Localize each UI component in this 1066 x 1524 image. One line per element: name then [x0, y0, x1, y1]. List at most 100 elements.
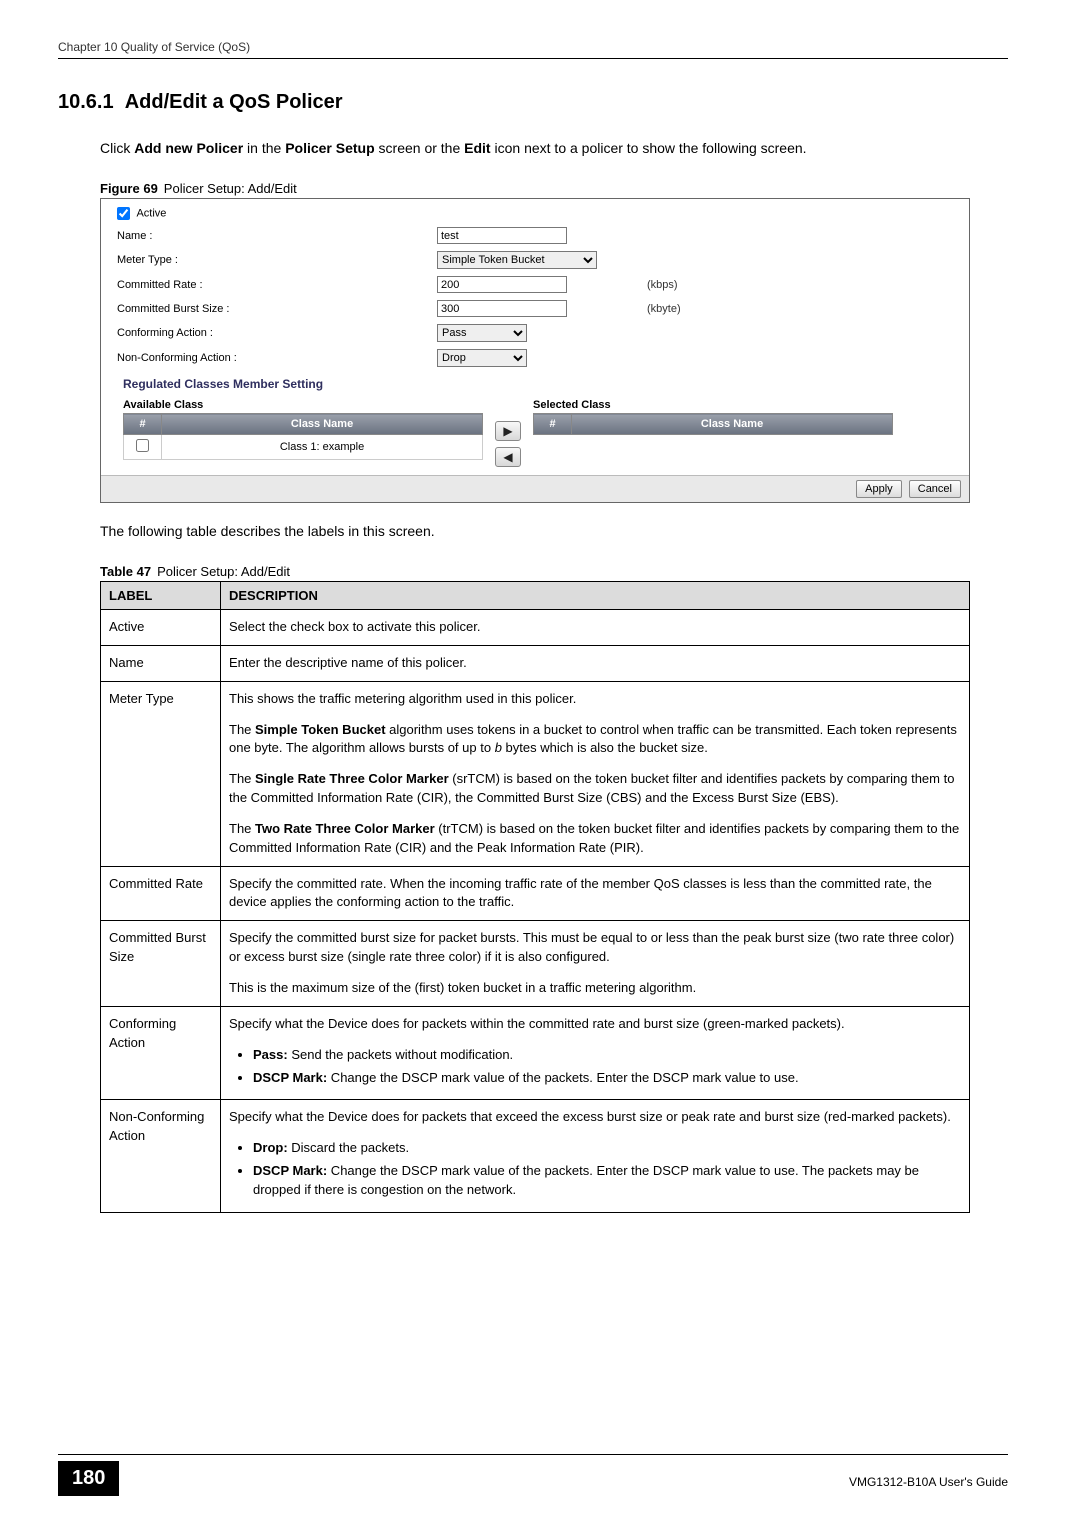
selected-class-title: Selected Class — [533, 399, 893, 411]
list-item: DSCP Mark: Change the DSCP mark value of… — [253, 1162, 961, 1200]
desc-text: Specify what the Device does for packets… — [229, 1015, 961, 1034]
figure-title: Policer Setup: Add/Edit — [164, 181, 297, 196]
guide-name: VMG1312-B10A User's Guide — [849, 1475, 1008, 1489]
row-desc: Specify the committed rate. When the inc… — [221, 866, 970, 921]
page-number: 180 — [58, 1461, 119, 1496]
move-left-button[interactable]: ◀ — [495, 447, 521, 467]
figure-caption: Figure 69 Policer Setup: Add/Edit — [100, 181, 1008, 196]
intro-text: Click — [100, 140, 134, 156]
row-label: Committed Burst Size — [101, 921, 221, 1007]
chevron-left-icon: ◀ — [503, 450, 512, 464]
apply-button[interactable]: Apply — [856, 480, 902, 498]
header-rule — [58, 58, 1008, 59]
active-label: Active — [136, 207, 166, 219]
available-row-checkbox[interactable] — [136, 439, 149, 452]
selected-col-hash: # — [534, 414, 572, 435]
row-desc: Select the check box to activate this po… — [221, 610, 970, 646]
figure-label: Figure 69 — [100, 181, 158, 196]
table-row: Conforming Action Specify what the Devic… — [101, 1006, 970, 1100]
available-col-hash: # — [124, 414, 162, 435]
available-col-classname: Class Name — [162, 414, 483, 435]
page-footer: 180 VMG1312-B10A User's Guide — [58, 1454, 1008, 1496]
table-row: Committed Burst Size Specify the committ… — [101, 921, 970, 1007]
figure-frame: Active Name : Meter Type : Simple Token … — [100, 198, 970, 503]
table-row: Non-Conforming Action Specify what the D… — [101, 1100, 970, 1212]
bullet-list: Drop: Discard the packets. DSCP Mark: Ch… — [229, 1139, 961, 1200]
row-label: Active — [101, 610, 221, 646]
active-checkbox[interactable] — [117, 207, 130, 220]
button-bar: Apply Cancel — [101, 475, 969, 502]
desc-text: The Two Rate Three Color Marker (trTCM) … — [229, 820, 961, 858]
committed-rate-unit: (kbps) — [647, 279, 678, 291]
form-area: Active Name : Meter Type : Simple Token … — [101, 199, 969, 399]
committed-burst-unit: (kbyte) — [647, 303, 681, 315]
intro-paragraph: Click Add new Policer in the Policer Set… — [100, 138, 1008, 159]
row-desc: This shows the traffic metering algorith… — [221, 681, 970, 866]
intro-text: icon next to a policer to show the follo… — [491, 140, 807, 156]
name-input[interactable] — [437, 227, 567, 244]
table-label: Table 47 — [100, 564, 151, 579]
table-row: Meter Type This shows the traffic meteri… — [101, 681, 970, 866]
section-title: Add/Edit a QoS Policer — [125, 91, 343, 113]
active-checkbox-wrap: Active — [117, 207, 437, 220]
row-label: Committed Rate — [101, 866, 221, 921]
table-row: Name Enter the descriptive name of this … — [101, 645, 970, 681]
desc-text: Select the check box to activate this po… — [229, 618, 961, 637]
intro-text: screen or the — [375, 140, 465, 156]
name-label: Name : — [117, 230, 437, 242]
intro-bold-edit: Edit — [464, 140, 490, 156]
th-label: LABEL — [101, 582, 221, 610]
desc-text: The Single Rate Three Color Marker (srTC… — [229, 770, 961, 808]
row-label: Meter Type — [101, 681, 221, 866]
desc-text: Specify what the Device does for packets… — [229, 1108, 961, 1127]
cancel-button[interactable]: Cancel — [909, 480, 961, 498]
conforming-action-label: Conforming Action : — [117, 327, 437, 339]
committed-rate-label: Committed Rate : — [117, 279, 437, 291]
meter-type-select[interactable]: Simple Token Bucket — [437, 251, 597, 269]
table-row: Committed Rate Specify the committed rat… — [101, 866, 970, 921]
nonconforming-action-select[interactable]: Drop — [437, 349, 527, 367]
list-item: DSCP Mark: Change the DSCP mark value of… — [253, 1069, 961, 1088]
selected-class-column: Selected Class # Class Name — [533, 399, 893, 435]
th-description: DESCRIPTION — [221, 582, 970, 610]
row-label: Non-Conforming Action — [101, 1100, 221, 1212]
desc-text: Enter the descriptive name of this polic… — [229, 654, 961, 673]
classes-wrap: Available Class # Class Name Class 1: ex… — [101, 399, 969, 475]
description-table: LABEL DESCRIPTION Active Select the chec… — [100, 581, 970, 1213]
intro-bold-add: Add new Policer — [134, 140, 243, 156]
intro-text: in the — [243, 140, 285, 156]
intro-bold-screen: Policer Setup — [285, 140, 374, 156]
row-desc: Specify the committed burst size for pac… — [221, 921, 970, 1007]
selected-col-classname: Class Name — [572, 414, 893, 435]
table-row: Class 1: example — [124, 435, 483, 460]
committed-rate-input[interactable] — [437, 276, 567, 293]
nonconforming-action-label: Non-Conforming Action : — [117, 352, 437, 364]
available-class-title: Available Class — [123, 399, 483, 411]
list-item: Drop: Discard the packets. — [253, 1139, 961, 1158]
list-item: Pass: Send the packets without modificat… — [253, 1046, 961, 1065]
table-row: Active Select the check box to activate … — [101, 610, 970, 646]
section-heading: 10.6.1 Add/Edit a QoS Policer — [58, 91, 1008, 114]
row-label: Name — [101, 645, 221, 681]
desc-text: This is the maximum size of the (first) … — [229, 979, 961, 998]
row-desc: Specify what the Device does for packets… — [221, 1006, 970, 1100]
move-right-button[interactable]: ▶ — [495, 421, 521, 441]
desc-text: Specify the committed burst size for pac… — [229, 929, 961, 967]
after-figure-text: The following table describes the labels… — [100, 521, 1008, 542]
available-row-name: Class 1: example — [162, 435, 483, 460]
committed-burst-input[interactable] — [437, 300, 567, 317]
selected-class-table: # Class Name — [533, 413, 893, 435]
arrow-column: ▶ ◀ — [483, 399, 533, 467]
row-label: Conforming Action — [101, 1006, 221, 1100]
desc-text: Specify the committed rate. When the inc… — [229, 875, 961, 913]
available-class-column: Available Class # Class Name Class 1: ex… — [123, 399, 483, 460]
committed-burst-label: Committed Burst Size : — [117, 303, 437, 315]
available-class-table: # Class Name Class 1: example — [123, 413, 483, 460]
bullet-list: Pass: Send the packets without modificat… — [229, 1046, 961, 1088]
conforming-action-select[interactable]: Pass — [437, 324, 527, 342]
desc-text: The Simple Token Bucket algorithm uses t… — [229, 721, 961, 759]
table-caption: Table 47Policer Setup: Add/Edit — [100, 564, 1008, 579]
meter-type-label: Meter Type : — [117, 254, 437, 266]
desc-text: This shows the traffic metering algorith… — [229, 690, 961, 709]
regulated-classes-heading: Regulated Classes Member Setting — [123, 377, 957, 391]
